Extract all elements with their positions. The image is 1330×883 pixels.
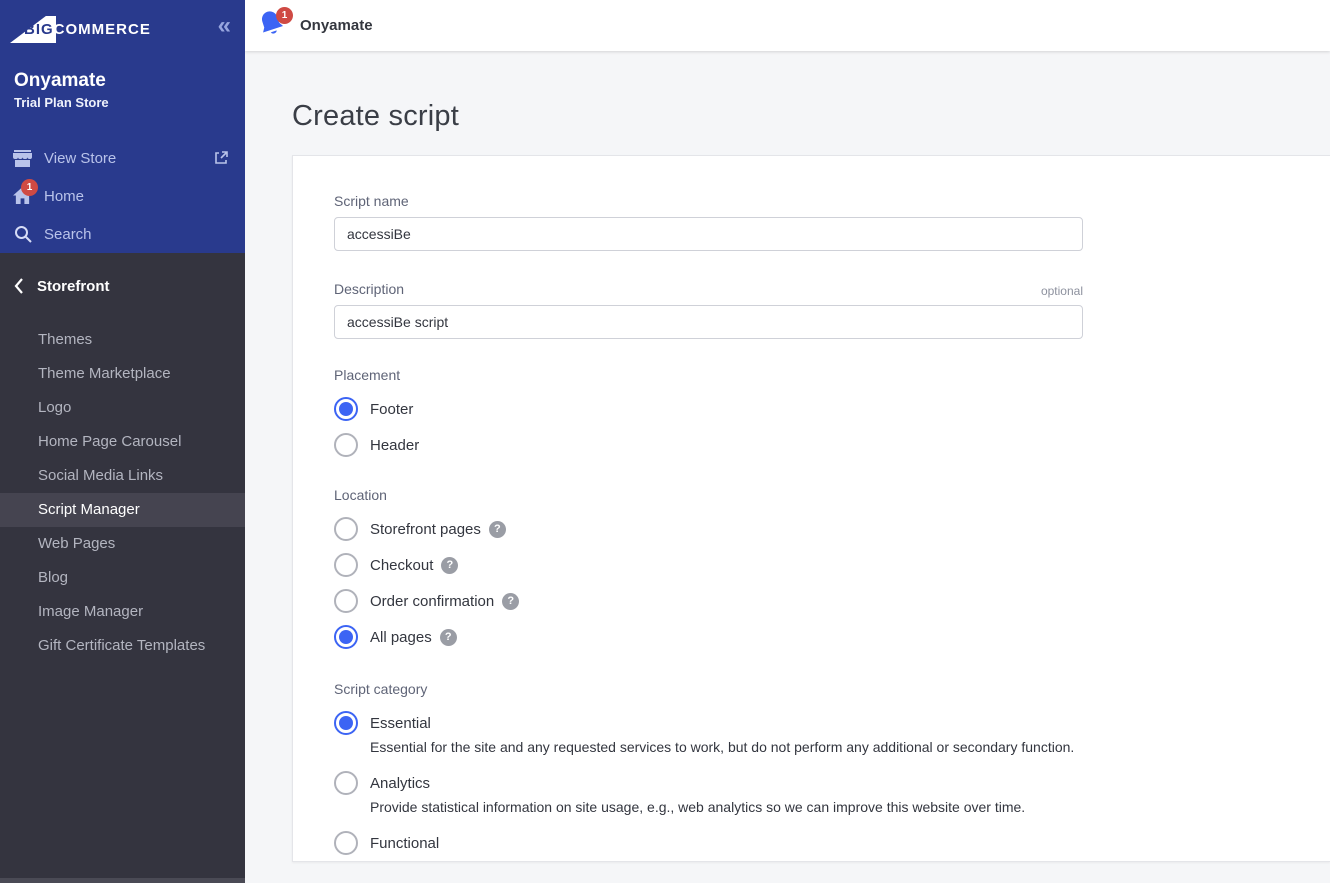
script-name-group: Script name — [334, 192, 1330, 251]
notification-badge: 1 — [276, 7, 293, 24]
help-icon[interactable]: ? — [489, 521, 506, 538]
radio-checkout[interactable] — [334, 553, 358, 577]
category-option-essential: Essential Essential for the site and any… — [334, 711, 1330, 757]
sidebar-item-themes[interactable]: Themes — [0, 323, 245, 357]
nav-label: Home — [44, 188, 84, 205]
main-area: 1 Onyamate Create script Script name Des… — [245, 0, 1330, 883]
sidebar-item-gift-certificate-templates[interactable]: Gift Certificate Templates — [0, 629, 245, 663]
sidebar-item-logo[interactable]: Logo — [0, 391, 245, 425]
description-group: Description optional — [334, 280, 1330, 339]
bigcommerce-logo: BIG COMMERCE « — [0, 0, 245, 43]
radio-footer[interactable] — [334, 397, 358, 421]
placement-label: Placement — [334, 367, 1330, 383]
sidebar-item-web-pages[interactable]: Web Pages — [0, 527, 245, 561]
radio-label: Header — [370, 437, 419, 454]
primary-nav: View Store 1 Home Search — [0, 139, 245, 253]
nav-item-home[interactable]: 1 Home — [0, 177, 245, 215]
category-description: Provide statistical information on site … — [370, 797, 1330, 817]
description-input[interactable] — [334, 305, 1083, 339]
home-notification-badge: 1 — [21, 179, 38, 196]
location-option-all-pages: All pages ? — [334, 625, 1330, 649]
topbar: 1 Onyamate — [245, 0, 1330, 51]
nav-label: View Store — [44, 150, 116, 167]
store-plan: Trial Plan Store — [14, 93, 245, 112]
radio-label: Storefront pages — [370, 521, 481, 538]
sidebar: BIG COMMERCE « Onyamate Trial Plan Store… — [0, 0, 245, 883]
nav-item-view-store[interactable]: View Store — [0, 139, 245, 177]
notifications-button[interactable]: 1 — [258, 10, 288, 42]
help-icon[interactable]: ? — [441, 557, 458, 574]
category-description: Essential for the site and any requested… — [370, 737, 1330, 757]
location-option-order-confirmation: Order confirmation ? — [334, 589, 1330, 613]
sidebar-item-script-manager[interactable]: Script Manager — [0, 493, 245, 527]
placement-option-footer: Footer — [334, 397, 1330, 421]
radio-label: Checkout — [370, 557, 433, 574]
radio-header[interactable] — [334, 433, 358, 457]
sidebar-item-home-page-carousel[interactable]: Home Page Carousel — [0, 425, 245, 459]
radio-functional[interactable] — [334, 831, 358, 855]
bigcommerce-logo-mark: BIG COMMERCE — [10, 16, 151, 43]
radio-storefront-pages[interactable] — [334, 517, 358, 541]
home-icon: 1 — [12, 186, 33, 206]
location-option-storefront-pages: Storefront pages ? — [334, 517, 1330, 541]
help-icon[interactable]: ? — [440, 629, 457, 646]
sidebar-item-blog[interactable]: Blog — [0, 561, 245, 595]
logo-text-big: BIG — [24, 21, 54, 38]
radio-label: Functional — [370, 835, 439, 852]
storefront-menu: Themes Theme Marketplace Logo Home Page … — [0, 323, 245, 663]
radio-essential[interactable] — [334, 711, 358, 735]
topbar-store-name: Onyamate — [300, 0, 373, 51]
logo-text-commerce: COMMERCE — [54, 21, 151, 38]
storefront-icon — [12, 148, 33, 168]
page-title: Create script — [292, 100, 459, 133]
page-content: Create script Script name Description op… — [245, 51, 1330, 883]
help-icon[interactable]: ? — [502, 593, 519, 610]
back-chevron-icon — [14, 278, 24, 294]
placement-group: Placement Footer Header — [334, 367, 1330, 457]
script-name-input[interactable] — [334, 217, 1083, 251]
placement-option-header: Header — [334, 433, 1330, 457]
radio-order-confirmation[interactable] — [334, 589, 358, 613]
radio-label: All pages — [370, 629, 432, 646]
radio-label: Order confirmation — [370, 593, 494, 610]
location-label: Location — [334, 487, 1330, 503]
sidebar-bottom-strip — [0, 878, 245, 883]
sidebar-section: Storefront Themes Theme Marketplace Logo… — [0, 253, 245, 663]
store-info: Onyamate Trial Plan Store — [14, 69, 245, 112]
sidebar-item-social-media-links[interactable]: Social Media Links — [0, 459, 245, 493]
sidebar-collapse-icon[interactable]: « — [218, 14, 231, 38]
sidebar-item-image-manager[interactable]: Image Manager — [0, 595, 245, 629]
radio-label: Footer — [370, 401, 413, 418]
optional-note: optional — [1041, 284, 1083, 298]
radio-label: Essential — [370, 715, 431, 732]
sidebar-item-theme-marketplace[interactable]: Theme Marketplace — [0, 357, 245, 391]
category-option-analytics: Analytics Provide statistical informatio… — [334, 771, 1330, 817]
radio-label: Analytics — [370, 775, 430, 792]
script-category-label: Script category — [334, 681, 1330, 697]
storefront-section-header[interactable]: Storefront — [0, 271, 245, 301]
script-category-group: Script category Essential Essential for … — [334, 681, 1330, 855]
radio-analytics[interactable] — [334, 771, 358, 795]
nav-item-search[interactable]: Search — [0, 215, 245, 253]
description-label: Description — [334, 280, 404, 298]
app-window: BIG COMMERCE « Onyamate Trial Plan Store… — [0, 0, 1330, 883]
create-script-form-card: Script name Description optional Placeme — [292, 155, 1330, 862]
store-name: Onyamate — [14, 69, 245, 93]
sidebar-store-panel: BIG COMMERCE « Onyamate Trial Plan Store… — [0, 0, 245, 253]
nav-label: Search — [44, 226, 92, 243]
location-option-checkout: Checkout ? — [334, 553, 1330, 577]
script-name-label: Script name — [334, 192, 1330, 210]
category-option-functional: Functional — [334, 831, 1330, 855]
location-group: Location Storefront pages ? Checkout ? — [334, 487, 1330, 649]
radio-all-pages[interactable] — [334, 625, 358, 649]
external-link-icon — [213, 150, 229, 166]
section-title: Storefront — [37, 278, 110, 295]
search-icon — [12, 224, 33, 244]
